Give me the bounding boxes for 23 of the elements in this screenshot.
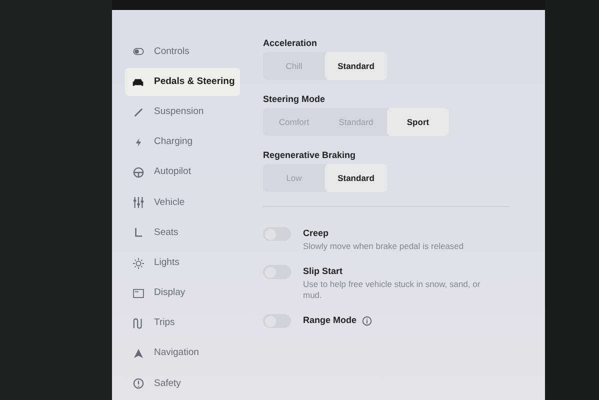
segment-option[interactable]: Standard	[325, 164, 387, 192]
sidebar-item[interactable]: Safety	[125, 370, 240, 398]
sidebar-item[interactable]: Vehicle	[125, 188, 240, 217]
setting-title: Range Mode	[303, 314, 357, 328]
sidebar-item[interactable]: Navigation	[125, 340, 240, 368]
setting-description: Slowly move when brake pedal is released	[303, 241, 464, 252]
sidebar-item[interactable]: Autopilot	[125, 158, 240, 186]
segment-option[interactable]: Sport	[387, 108, 449, 136]
sidebar-item[interactable]: Seats	[125, 219, 240, 247]
sidebar-item[interactable]: Charging	[125, 128, 240, 156]
sidebar-item[interactable]: Suspension	[125, 98, 240, 126]
sidebar-item[interactable]: Pedals & Steering	[125, 68, 240, 96]
sidebar-item[interactable]: Lights	[125, 249, 240, 277]
sidebar-item[interactable]: Display	[125, 279, 240, 308]
setting-title: Creep	[303, 227, 329, 240]
section-heading: Regenerative Braking	[263, 150, 357, 161]
setting-description: Use to help free vehicle stuck in snow, sand, or mud.	[303, 279, 482, 301]
section-heading: Acceleration	[263, 38, 318, 49]
sidebar-item[interactable]: Trips	[125, 310, 240, 338]
setting-title: Slip Start	[303, 265, 343, 278]
segment-option[interactable]: Standard	[325, 52, 387, 80]
section-heading: Steering Mode	[263, 94, 326, 105]
sidebar-item[interactable]: Controls	[125, 38, 240, 66]
